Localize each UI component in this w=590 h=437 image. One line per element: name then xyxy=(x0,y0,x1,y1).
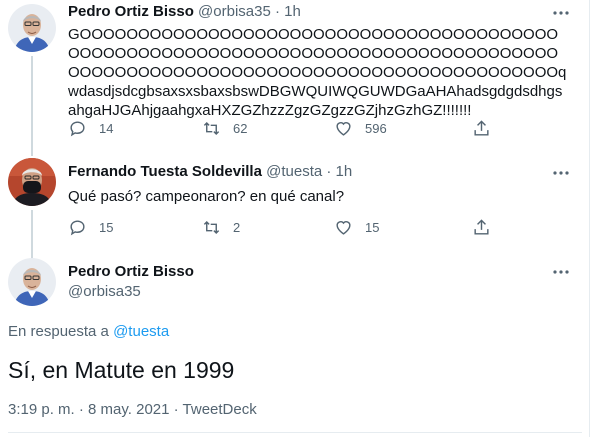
retweet-count: 62 xyxy=(233,120,248,136)
tweet-header: Fernando Tuesta Soldevilla @tuesta · 1h xyxy=(68,162,352,182)
tweet-fernando-question[interactable]: Fernando Tuesta Soldevilla @tuesta · 1h … xyxy=(0,150,589,260)
more-icon[interactable] xyxy=(551,163,571,183)
tweet-handle-line: @orbisa35 xyxy=(68,282,141,302)
tweet-text: GOOOOOOOOOOOOOOOOOOOOOOOOOOOOOOOOOOOOOOO… xyxy=(68,26,567,119)
retweet-button[interactable]: 62 xyxy=(202,118,247,138)
separator: · xyxy=(326,163,332,180)
like-icon xyxy=(336,220,351,235)
focused-tweet-text: Sí, en Matute en 1999 xyxy=(8,357,235,383)
share-icon xyxy=(474,218,489,235)
reply-context: En respuesta a @tuesta xyxy=(8,323,169,340)
display-name[interactable]: Pedro Ortiz Bisso xyxy=(68,3,194,20)
retweet-icon xyxy=(203,220,220,234)
tweet-time[interactable]: 1h xyxy=(336,163,353,180)
like-button[interactable]: 15 xyxy=(334,217,379,237)
share-button[interactable] xyxy=(472,217,503,237)
handle[interactable]: @tuesta xyxy=(266,163,322,180)
reply-prefix: En respuesta a xyxy=(8,323,109,340)
share-icon xyxy=(474,119,489,136)
avatar-pedro[interactable] xyxy=(8,4,56,52)
handle[interactable]: @orbisa35 xyxy=(198,3,271,20)
display-name[interactable]: Pedro Ortiz Bisso xyxy=(68,263,194,280)
retweet-count: 2 xyxy=(233,219,241,235)
share-button[interactable] xyxy=(472,118,503,138)
avatar-fernando[interactable] xyxy=(8,158,56,206)
display-name[interactable]: Fernando Tuesta Soldevilla xyxy=(68,163,262,180)
reply-button[interactable]: 15 xyxy=(68,217,113,237)
tweet-header: Pedro Ortiz Bisso xyxy=(68,262,194,282)
tweet-text: Qué pasó? campeonaron? en qué canal? xyxy=(68,188,345,205)
separator: · xyxy=(274,3,280,20)
reply-icon xyxy=(70,219,85,235)
retweet-button[interactable]: 2 xyxy=(202,217,240,237)
action-bar: 14 62 596 xyxy=(60,118,500,138)
more-icon[interactable] xyxy=(551,3,571,23)
action-bar: 15 2 15 xyxy=(60,217,500,237)
more-icon[interactable] xyxy=(551,262,571,282)
reply-to-link[interactable]: @tuesta xyxy=(113,323,169,340)
avatar-pedro[interactable] xyxy=(8,258,56,306)
reply-button[interactable]: 14 xyxy=(68,118,113,138)
tweet-time[interactable]: 1h xyxy=(284,3,301,20)
reply-count: 14 xyxy=(99,120,114,136)
divider xyxy=(8,432,582,433)
tweet-header: Pedro Ortiz Bisso @orbisa35 · 1h xyxy=(68,2,301,22)
tweet-timestamp[interactable]: 3:19 p. m. · 8 may. 2021 · TweetDeck xyxy=(8,401,257,418)
tweet-pedro-goal[interactable]: Pedro Ortiz Bisso @orbisa35 · 1h GOOOOOO… xyxy=(0,0,589,156)
like-icon xyxy=(336,121,351,136)
like-count: 15 xyxy=(365,219,380,235)
thread-connector xyxy=(31,56,33,156)
retweet-icon xyxy=(203,121,220,135)
like-button[interactable]: 596 xyxy=(334,118,387,138)
reply-count: 15 xyxy=(99,219,114,235)
reply-icon xyxy=(70,120,85,136)
like-count: 596 xyxy=(365,120,387,136)
handle[interactable]: @orbisa35 xyxy=(68,283,141,300)
